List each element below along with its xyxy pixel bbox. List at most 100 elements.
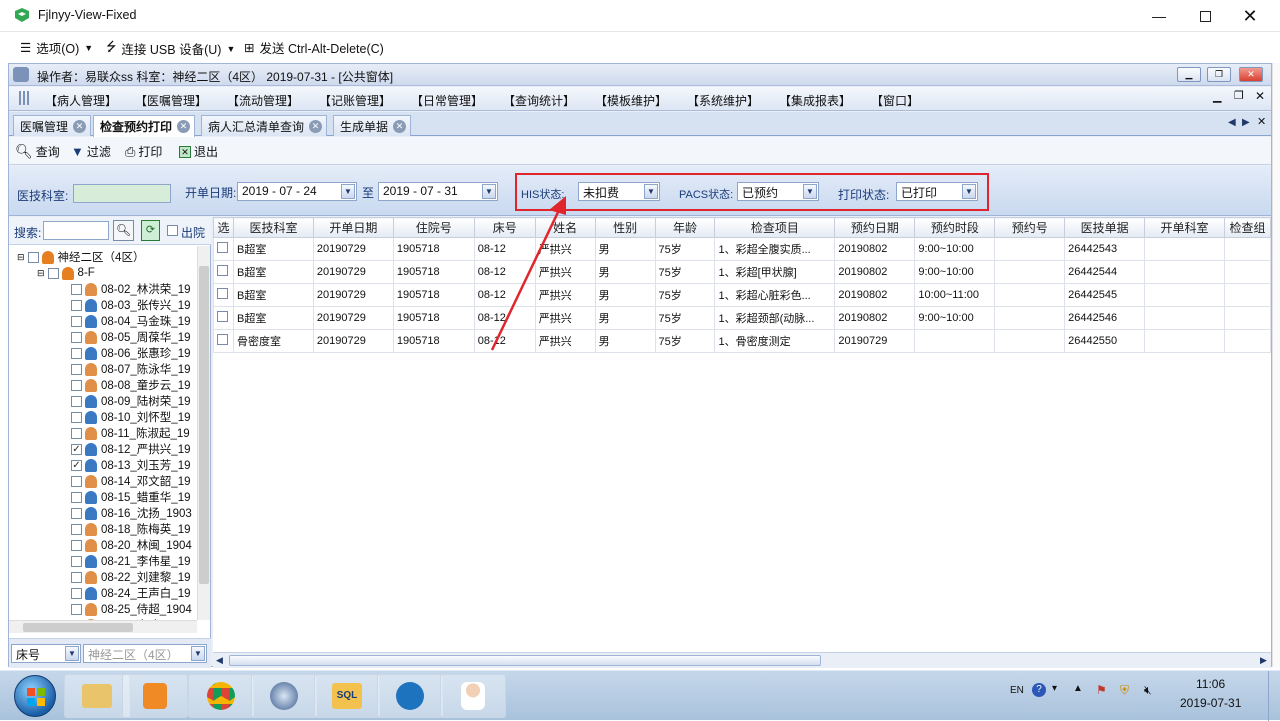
patient-tree-item[interactable]: 08-11_陈淑起_19 [71, 425, 190, 441]
patient-checkbox[interactable] [71, 379, 82, 391]
patient-checkbox[interactable] [71, 507, 82, 519]
patient-tree-item[interactable]: 08-04_马金珠_19 [71, 313, 191, 329]
patient-checkbox[interactable] [71, 363, 82, 375]
tab-close-all-icon[interactable]: ✕ [1257, 115, 1266, 128]
menu-billing[interactable]: 【记账管理】 [319, 92, 391, 109]
patient-checkbox[interactable] [71, 315, 82, 327]
refresh-button[interactable]: ⟳ [141, 220, 160, 241]
tab-patient-summary[interactable]: 病人汇总清单查询 ✕ [201, 115, 328, 136]
column-header[interactable]: 年龄 [654, 217, 716, 238]
taskbar-chrome[interactable] [188, 674, 254, 718]
patient-tree-item[interactable]: 08-25_侍超_1904 [71, 601, 192, 617]
patient-tree-item[interactable]: 08-08_童步云_19 [71, 377, 191, 393]
collapse-icon[interactable]: ⊟ [17, 252, 25, 263]
show-desktop-button[interactable] [1268, 671, 1280, 721]
patient-tree-item[interactable]: 08-18_陈梅英_19 [71, 521, 191, 537]
tab-generate-forms[interactable]: 生成单据 ✕ [333, 115, 412, 136]
patient-tree-item[interactable]: ✓ 08-13_刘玉芳_19 [71, 457, 191, 473]
taskbar-his-app[interactable] [440, 674, 506, 718]
tab-exam-booking[interactable]: 检查预约打印 ✕ [93, 115, 196, 137]
menu-flow[interactable]: 【流动管理】 [227, 92, 299, 109]
ward-select[interactable]: 神经二区（4区） ▼ [83, 644, 207, 663]
patient-tree-item[interactable]: 08-10_刘怀型_19 [71, 409, 191, 425]
print-status-select[interactable]: 已打印 ▼ [896, 182, 978, 201]
his-status-select[interactable]: 未扣费 ▼ [578, 182, 660, 201]
patient-checkbox[interactable] [71, 347, 82, 359]
row-checkbox[interactable] [217, 288, 228, 299]
column-header[interactable]: 开单日期 [312, 217, 394, 238]
column-header[interactable]: 预约日期 [834, 217, 916, 238]
tab-orders[interactable]: 医嘱管理 ✕ [13, 115, 92, 136]
menu-ctrl-alt-del[interactable]: ⊞ 发送 Ctrl-Alt-Delete(C) [244, 38, 384, 57]
tree-search-input[interactable] [43, 221, 109, 240]
table-row[interactable]: B超室 20190729 1905718 08-12 严拱兴男 75岁 1、彩超全腹实质..… [213, 237, 1272, 261]
child-close-icon[interactable]: ✕ [1255, 89, 1265, 103]
grid-horizontal-scrollbar[interactable]: ◀ ▶ [213, 652, 1271, 668]
patient-checkbox[interactable] [71, 331, 82, 343]
menu-query[interactable]: 【查询统计】 [503, 92, 575, 109]
menu-usb[interactable]: ⭍ 连接 USB 设备(U) ▼ [106, 38, 235, 59]
dropdown-arrow-icon[interactable]: ▼ [65, 646, 79, 661]
patient-checkbox[interactable]: ✓ [71, 443, 82, 455]
dropdown-arrow-icon[interactable]: ▼ [341, 184, 355, 199]
patient-tree-item[interactable]: ✓ 08-12_严拱兴_19 [71, 441, 191, 457]
patient-checkbox[interactable] [71, 539, 82, 551]
column-header[interactable]: 检查项目 [714, 217, 836, 238]
tree-vertical-scrollbar[interactable] [197, 246, 210, 620]
tree-node-room[interactable]: ⊟ 8-F [37, 265, 95, 281]
maximize-button[interactable] [1182, 0, 1228, 32]
row-select-cell[interactable] [213, 260, 234, 284]
column-header[interactable]: 医技科室 [232, 217, 314, 238]
column-header[interactable]: 性别 [594, 217, 656, 238]
mdi-minimize-button[interactable]: ▁ [1177, 67, 1201, 82]
menu-template[interactable]: 【模板维护】 [595, 92, 667, 109]
volume-muted-icon[interactable]: 🔇︎ [1144, 683, 1152, 698]
patient-checkbox[interactable] [71, 299, 82, 311]
tree-horizontal-scrollbar[interactable] [9, 620, 197, 633]
start-button[interactable] [14, 675, 56, 717]
row-checkbox[interactable] [217, 242, 228, 253]
child-restore-icon[interactable]: ❐ [1234, 89, 1244, 102]
close-tab-icon[interactable]: ✕ [309, 120, 323, 133]
tab-scroll-right-icon[interactable]: ▶ [1242, 117, 1250, 128]
column-header[interactable]: 检查组 [1223, 217, 1272, 238]
mdi-restore-button[interactable]: ❐ [1207, 67, 1231, 82]
patient-tree-item[interactable]: 08-02_林洪荣_19 [71, 281, 191, 297]
network-error-icon[interactable]: ⚑ [1096, 683, 1107, 697]
clock-time[interactable]: 11:06 [1196, 677, 1225, 691]
patient-tree-item[interactable]: 08-05_周葆华_19 [71, 329, 191, 345]
menu-daily[interactable]: 【日常管理】 [411, 92, 483, 109]
patient-tree-item[interactable]: 08-14_邓文韶_19 [71, 473, 191, 489]
patient-checkbox[interactable] [71, 603, 82, 615]
patient-checkbox[interactable] [71, 491, 82, 503]
column-header[interactable]: 住院号 [392, 217, 475, 238]
dropdown-arrow-icon[interactable]: ▼ [482, 184, 496, 199]
dropdown-arrow-icon[interactable]: ▼ [191, 646, 205, 661]
patient-tree-item[interactable]: 08-21_李伟星_19 [71, 553, 191, 569]
close-button[interactable]: ✕ [1227, 0, 1273, 32]
taskbar-s-app[interactable] [377, 674, 443, 718]
column-header[interactable]: 选 [213, 217, 234, 238]
tray-expand-icon[interactable]: ▲ [1073, 683, 1083, 694]
patient-tree-item[interactable]: 08-16_沈扬_1903 [71, 505, 192, 521]
row-checkbox[interactable] [217, 265, 228, 276]
column-header[interactable]: 姓名 [534, 217, 596, 238]
scroll-left-icon[interactable]: ◀ [216, 655, 223, 666]
menu-options[interactable]: ☰ 选项(O) ▼ [20, 38, 93, 57]
help-icon[interactable]: ? [1032, 683, 1046, 697]
close-tab-icon[interactable]: ✕ [73, 120, 87, 133]
minimize-button[interactable]: — [1136, 0, 1182, 32]
patient-checkbox[interactable] [71, 411, 82, 423]
print-button[interactable]: ⎙ 打印 [125, 143, 162, 160]
exit-button[interactable]: ✕ 退出 [179, 143, 218, 160]
column-header[interactable]: 医技单据 [1064, 217, 1146, 238]
patient-checkbox[interactable] [71, 555, 82, 567]
tree-node-ward[interactable]: ⊟ 神经二区（4区） [17, 249, 144, 265]
filter-button[interactable]: ▼ 过滤 [71, 143, 111, 160]
patient-tree-item[interactable]: 08-07_陈泳华_19 [71, 361, 191, 377]
collapse-icon[interactable]: ⊟ [37, 268, 45, 279]
table-row[interactable]: 骨密度室 20190729 1905718 08-12 严拱兴男 75岁 1、骨密度测定 20… [213, 329, 1272, 353]
patient-tree-item[interactable]: 08-06_张惠珍_19 [71, 345, 191, 361]
row-checkbox[interactable] [217, 311, 228, 322]
patient-tree-item[interactable]: 08-22_刘建黎_19 [71, 569, 191, 585]
